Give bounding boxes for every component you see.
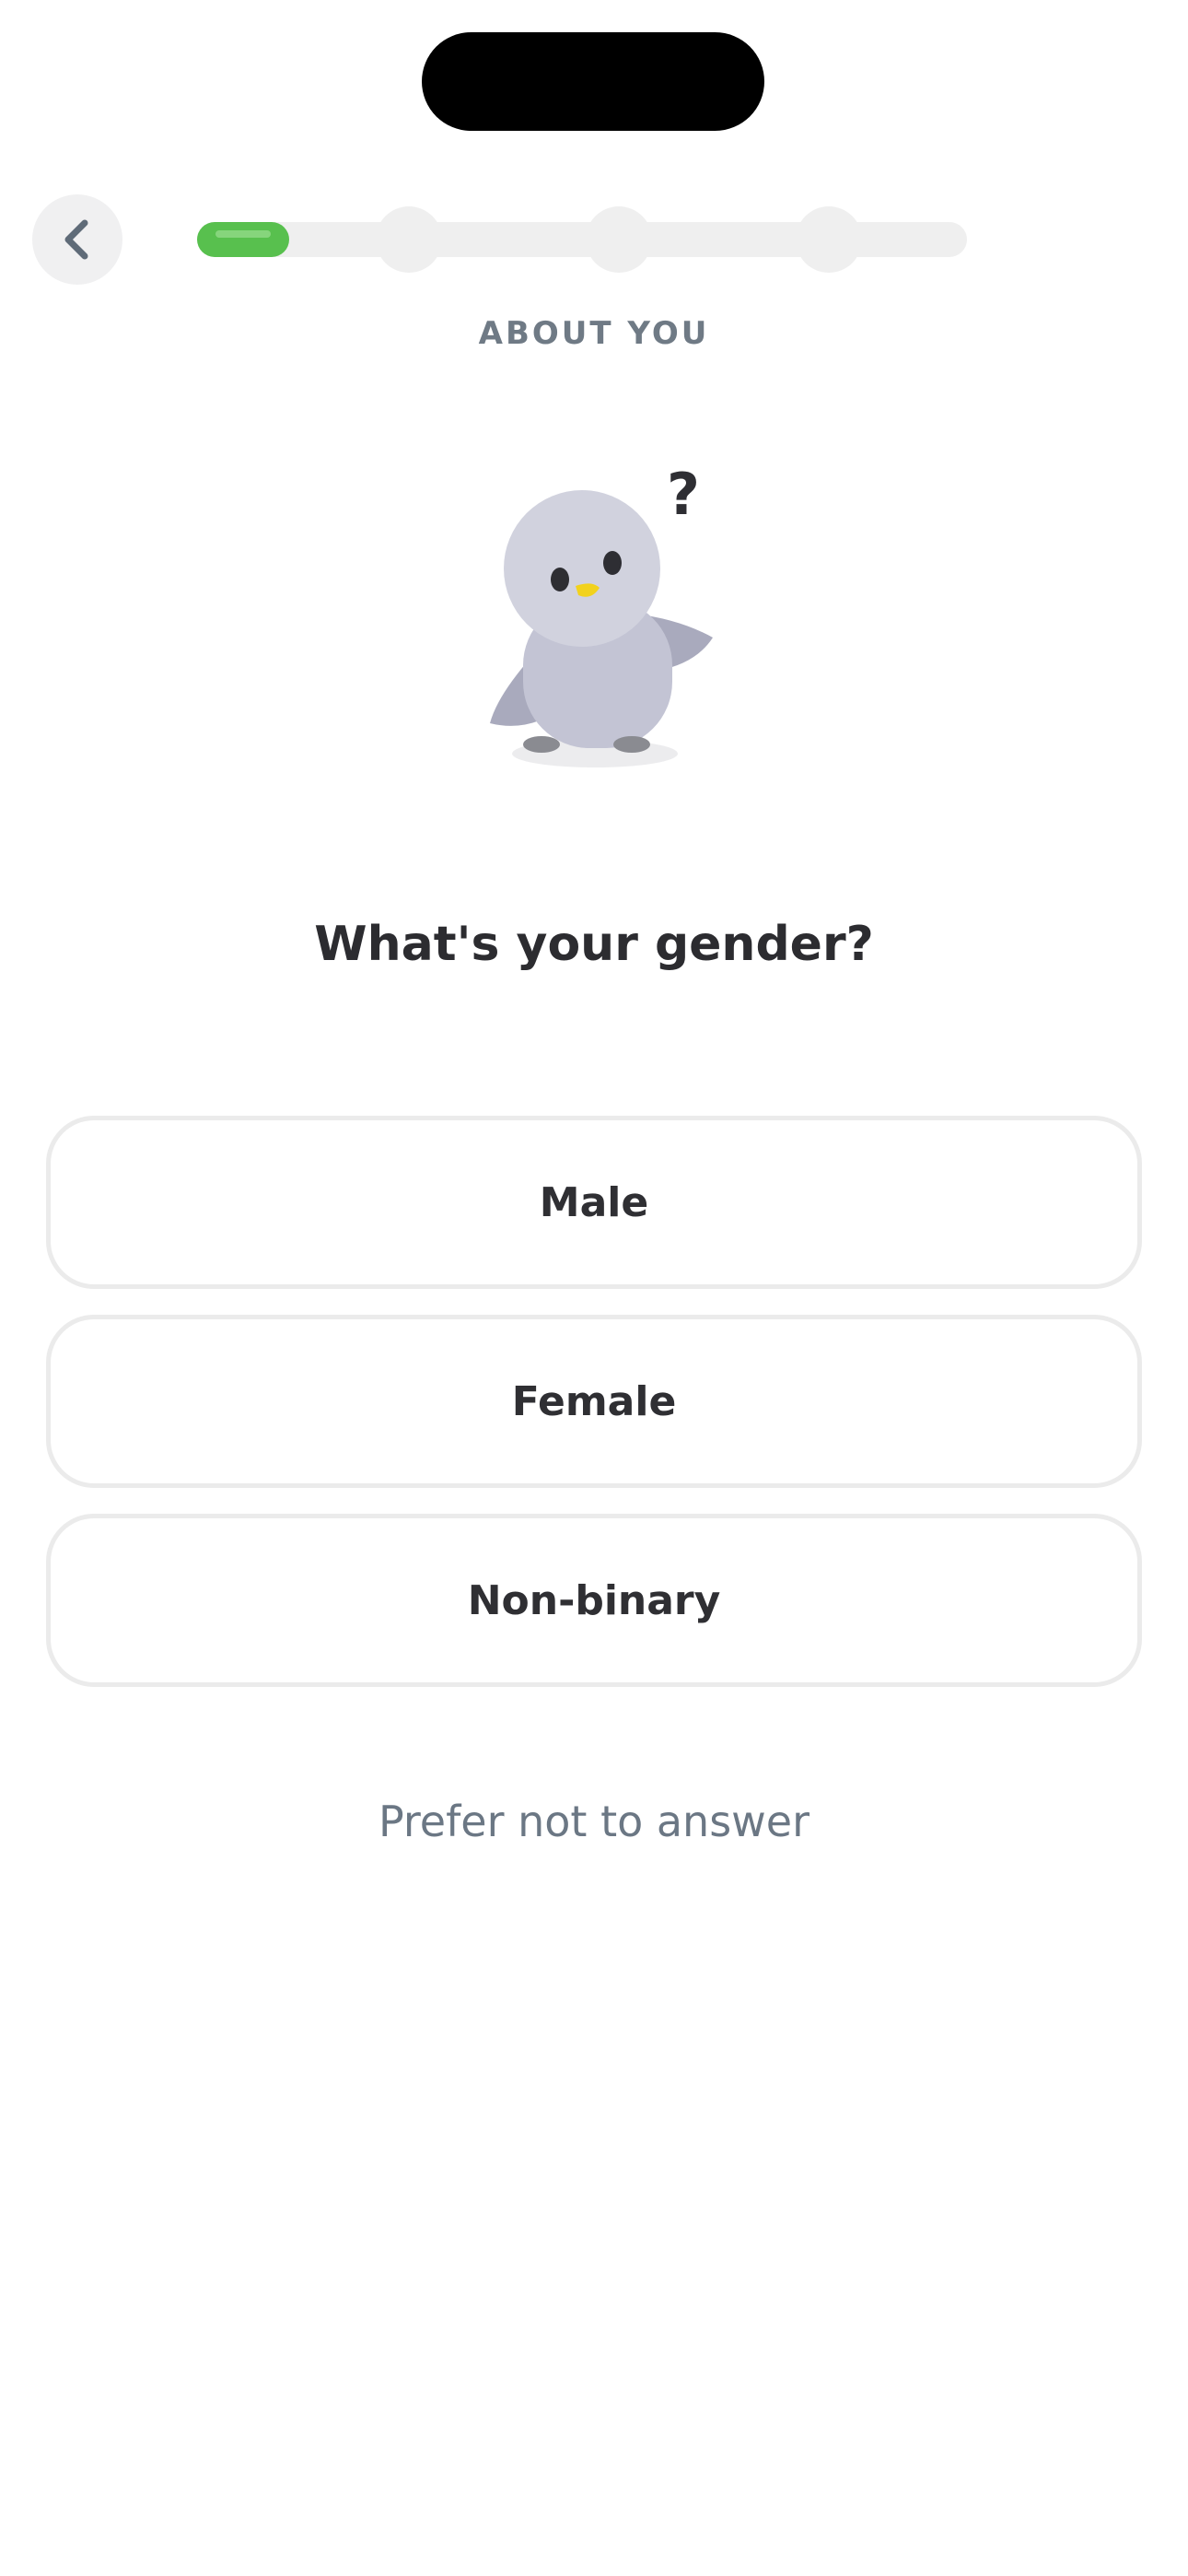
- progress-bar-fill: [197, 222, 289, 257]
- question-title: What's your gender?: [314, 917, 874, 972]
- question-mark-badge: ?: [667, 461, 700, 528]
- progress-step-4: [796, 206, 862, 273]
- prefer-not-to-answer-link[interactable]: Prefer not to answer: [0, 1797, 1188, 1846]
- progress-bar: [197, 206, 967, 273]
- option-label: Male: [539, 1178, 649, 1226]
- option-label: Female: [511, 1377, 677, 1425]
- progress-step-3: [586, 206, 652, 273]
- section-label: ABOUT YOU: [478, 315, 710, 352]
- option-label: Non-binary: [467, 1576, 721, 1624]
- dynamic-island: [422, 32, 764, 131]
- confused-bird-mascot-icon: ?: [490, 461, 713, 767]
- option-female-button[interactable]: Female: [46, 1315, 1142, 1488]
- option-non-binary-button[interactable]: Non-binary: [46, 1514, 1142, 1687]
- chevron-left-icon: [64, 219, 88, 260]
- back-button[interactable]: [32, 194, 122, 285]
- progress-step-2: [376, 206, 442, 273]
- option-male-button[interactable]: Male: [46, 1116, 1142, 1289]
